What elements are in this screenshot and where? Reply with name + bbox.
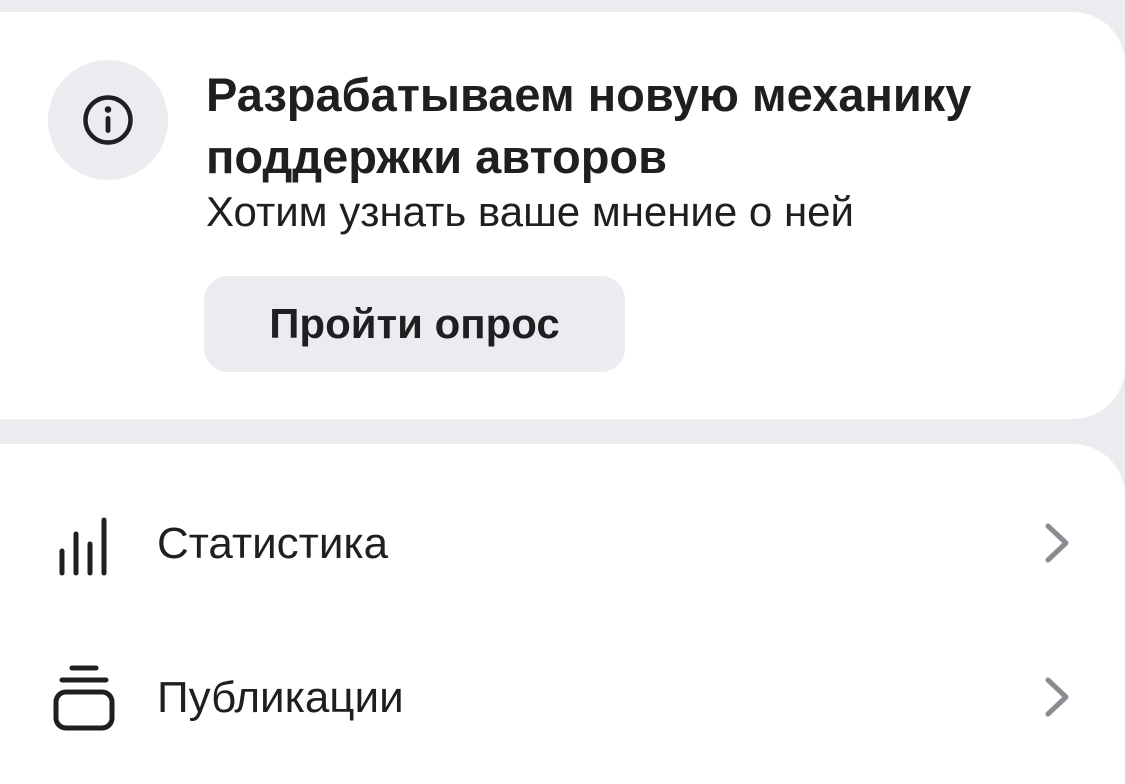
menu-item-publications[interactable]: Публикации [0, 622, 1125, 772]
menu-card: Статистика Публикации [0, 444, 1125, 784]
chevron-right-icon [1045, 523, 1069, 563]
survey-subtitle: Хотим узнать ваше мнение о ней [206, 188, 854, 235]
menu-item-statistics[interactable]: Статистика [0, 468, 1125, 618]
menu-item-label: Статистика [157, 519, 389, 568]
survey-title: Разрабатываем новую механику поддержки а… [206, 68, 972, 183]
publications-icon [53, 665, 115, 731]
chevron-right-icon [1045, 677, 1069, 717]
info-icon [83, 95, 133, 145]
statistics-icon [59, 517, 107, 576]
survey-card: Разрабатываем новую механику поддержки а… [0, 12, 1125, 419]
info-icon-badge [48, 60, 168, 180]
menu-item-label: Публикации [157, 673, 404, 722]
take-survey-button[interactable]: Пройти опрос [204, 276, 625, 372]
